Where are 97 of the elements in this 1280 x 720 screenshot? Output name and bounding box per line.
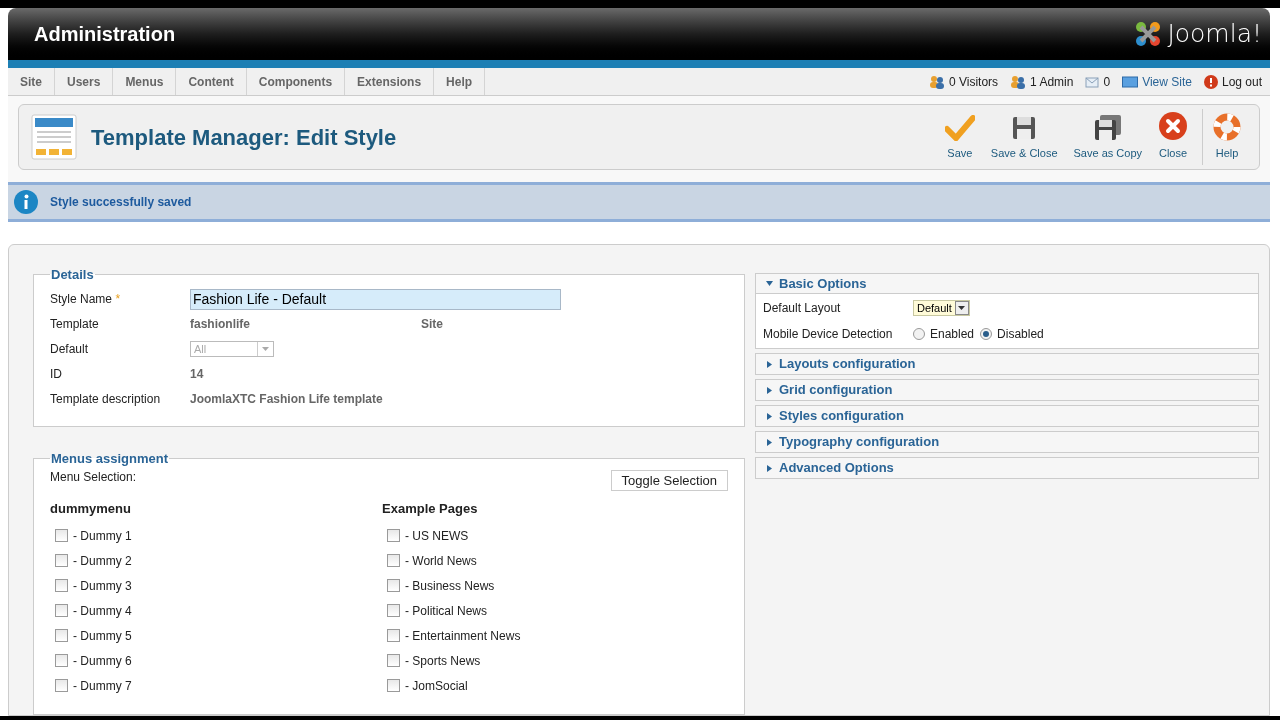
caret-icon — [958, 306, 966, 310]
radio-label: Enabled — [930, 326, 975, 343]
checkbox[interactable] — [55, 529, 68, 542]
field-value: JoomlaXTC Fashion Life template — [190, 391, 384, 408]
radio-button[interactable] — [980, 328, 993, 340]
accordion-header[interactable]: Layouts configuration — [756, 354, 1258, 374]
caret-icon — [262, 347, 269, 351]
mail-icon — [1085, 75, 1100, 88]
style-name-field[interactable]: Fashion Life - Default — [190, 288, 561, 310]
menu-item-label: - Business News — [405, 577, 495, 595]
menu-item-label: - Dummy 1 — [73, 527, 132, 545]
checkbox[interactable] — [387, 529, 400, 542]
checkbox[interactable] — [387, 554, 400, 567]
field-label: Default — [50, 341, 90, 358]
toolbar-button[interactable]: Save — [936, 109, 983, 165]
menu-item-label: - Dummy 6 — [73, 652, 132, 670]
info-icon — [14, 190, 38, 214]
checkbox[interactable] — [55, 679, 68, 692]
caret-icon — [766, 412, 773, 420]
layout-select[interactable]: Default — [913, 300, 970, 316]
checkmark-icon — [944, 114, 975, 141]
toolbar-button[interactable]: Close — [1150, 109, 1196, 165]
menu-title: dummymenu — [50, 500, 132, 518]
caret-icon — [766, 438, 773, 446]
checkbox[interactable] — [55, 604, 68, 617]
section-legend: Details — [50, 265, 95, 285]
checkbox[interactable] — [387, 604, 400, 617]
menu-item-label: - Dummy 7 — [73, 677, 132, 695]
toggle-selection-button[interactable]: Toggle Selection — [610, 470, 728, 491]
accordion-header[interactable]: Typography configuration — [756, 432, 1258, 452]
field-label: ID — [50, 366, 63, 383]
status-text: 0 — [1103, 73, 1111, 91]
field-value: Site — [421, 316, 443, 333]
caret-icon — [766, 386, 773, 394]
field-value: fashionlife — [190, 316, 251, 333]
checkbox[interactable] — [387, 679, 400, 692]
page-title: Template Manager: Edit Style — [91, 123, 397, 152]
menu-title: Example Pages — [382, 500, 479, 518]
users-icon — [1010, 74, 1027, 89]
field-label: Style Name * — [50, 291, 122, 308]
section-legend: Menus assignment — [50, 448, 170, 468]
lifebuoy-icon — [1213, 112, 1241, 141]
caret-icon — [766, 464, 773, 472]
floppy-disks-icon — [1093, 114, 1122, 141]
menu-item[interactable]: Components — [246, 68, 346, 95]
accordion-header[interactable]: Advanced Options — [756, 458, 1258, 478]
checkbox[interactable] — [387, 654, 400, 667]
field-label: Template — [50, 316, 100, 333]
menu-item-label: - Dummy 5 — [73, 627, 132, 645]
accordion-header[interactable]: Styles configuration — [756, 406, 1258, 426]
menu-item-label: - US NEWS — [405, 527, 469, 545]
accordion-header[interactable]: Basic Options — [756, 274, 1258, 294]
caret-icon — [766, 280, 773, 287]
accordion-header[interactable]: Grid configuration — [756, 380, 1258, 400]
menu-item-label: - Dummy 2 — [73, 552, 132, 570]
radio-label: Disabled — [997, 326, 1044, 343]
view-site-link[interactable]: View Site — [1142, 72, 1192, 91]
toolbar-button[interactable]: Save as Copy — [1065, 109, 1150, 165]
menu-item[interactable]: Extensions — [345, 68, 435, 95]
field-label: Template description — [50, 391, 162, 408]
close-icon — [1158, 110, 1188, 141]
toolbar-button[interactable]: Help — [1202, 109, 1249, 165]
menu-item[interactable]: Users — [55, 68, 114, 95]
status-text: 1 Admin — [1030, 73, 1074, 91]
checkbox[interactable] — [55, 579, 68, 592]
toolbar-button[interactable]: Save & Close — [982, 109, 1066, 165]
logout-link[interactable]: Log out — [1221, 72, 1262, 91]
radio-button[interactable] — [913, 328, 925, 340]
option-label: Default Layout — [763, 300, 842, 317]
menu-item-label: - JomSocial — [405, 677, 468, 695]
menu-item[interactable]: Menus — [113, 68, 177, 95]
status-text: 0 Visitors — [948, 73, 999, 91]
checkbox[interactable] — [55, 629, 68, 642]
menu-item[interactable]: Content — [176, 68, 247, 95]
monitor-icon — [1122, 75, 1139, 88]
checkbox[interactable] — [387, 629, 400, 642]
menu-item-label: - Political News — [405, 602, 488, 620]
header-title: Administration — [34, 22, 176, 47]
menu-item-label: - Sports News — [405, 652, 481, 670]
checkbox[interactable] — [387, 579, 400, 592]
menu-item-label: - Dummy 4 — [73, 602, 132, 620]
message-text: Style successfully saved — [50, 194, 192, 211]
menu-item-label: - Entertainment News — [405, 627, 521, 645]
logo-text: Joomla! — [1167, 18, 1262, 51]
caret-icon — [766, 360, 773, 368]
checkbox[interactable] — [55, 554, 68, 567]
menu-item-label: - Dummy 3 — [73, 577, 132, 595]
menu-item[interactable]: Site — [8, 68, 55, 95]
option-label: Mobile Device Detection — [763, 326, 894, 343]
checkbox[interactable] — [55, 654, 68, 667]
template-icon — [31, 114, 77, 160]
menu-item[interactable]: Help — [434, 68, 486, 95]
selection-label: Menu Selection: — [50, 469, 137, 486]
menu-item-label: - World News — [405, 552, 477, 570]
field-value: 14 — [190, 366, 205, 383]
users-icon — [928, 74, 945, 89]
alert-icon — [1203, 74, 1218, 89]
